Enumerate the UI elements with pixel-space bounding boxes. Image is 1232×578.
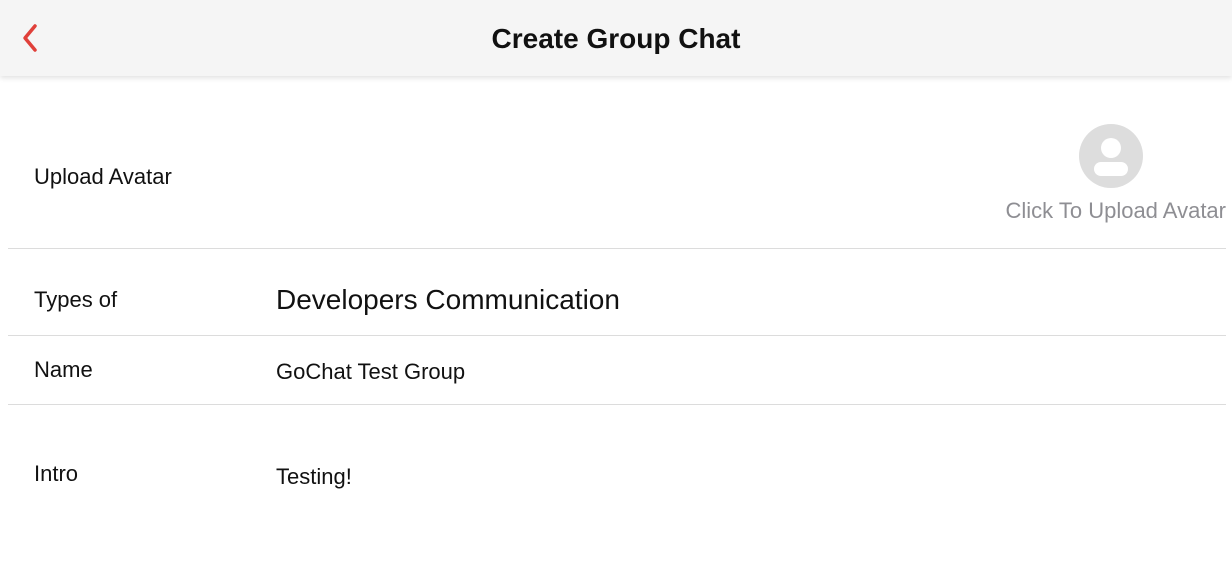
avatar-upload-hint[interactable]: Click To Upload Avatar (1005, 198, 1226, 224)
type-label: Types of (34, 287, 118, 312)
intro-label: Intro (34, 461, 79, 486)
back-button[interactable] (12, 20, 48, 56)
create-group-form: Upload Avatar Click To Upload Avatar Typ… (0, 76, 1232, 545)
name-label: Name (34, 357, 93, 382)
user-avatar-placeholder-icon[interactable] (1079, 124, 1143, 188)
type-value[interactable]: Developers Communication (276, 284, 620, 316)
avatar-label: Upload Avatar (34, 164, 172, 189)
intro-row[interactable]: Intro Testing! (8, 405, 1226, 545)
name-row[interactable]: Name GoChat Test Group (8, 336, 1226, 405)
page-title: Create Group Chat (491, 23, 741, 54)
nav-bar: Create Group Chat (0, 0, 1232, 76)
intro-textarea[interactable]: Testing! (276, 464, 352, 490)
avatar-row[interactable]: Upload Avatar Click To Upload Avatar (8, 76, 1226, 249)
name-input[interactable]: GoChat Test Group (276, 359, 465, 385)
type-row[interactable]: Types of Developers Communication (8, 249, 1226, 336)
chevron-left-icon (23, 24, 37, 52)
